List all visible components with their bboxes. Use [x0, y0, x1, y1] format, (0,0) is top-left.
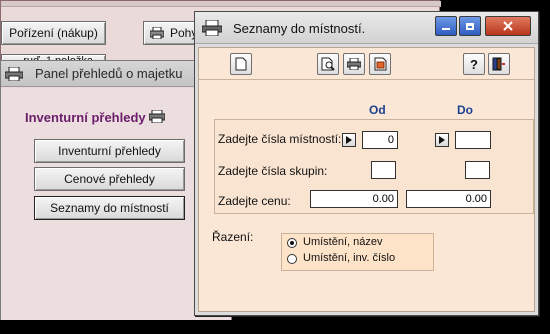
- room-from-arrow-button[interactable]: [342, 133, 356, 147]
- maximize-button[interactable]: [459, 16, 481, 36]
- room-to-arrow-button[interactable]: [435, 133, 449, 147]
- inventurni-prehledy-label: Inventurní přehledy: [58, 144, 161, 158]
- maximize-icon: [466, 22, 474, 30]
- dialog-toolbar: ?: [199, 48, 534, 80]
- new-doc-icon: [235, 57, 247, 71]
- group-to-field[interactable]: [465, 161, 490, 179]
- dialog-title: Seznamy do místností.: [233, 21, 366, 36]
- minimize-button[interactable]: [435, 16, 457, 36]
- sort-label: Řazení:: [212, 230, 254, 244]
- cenove-prehledy-label: Cenové přehledy: [64, 172, 155, 186]
- close-icon: [503, 21, 513, 31]
- seznamy-dialog: Seznamy do místností. ? Od Do Zadejte čí…: [194, 11, 539, 316]
- price-label: Zadejte cenu:: [218, 194, 291, 208]
- help-button[interactable]: ?: [463, 53, 485, 75]
- exit-button[interactable]: [488, 53, 510, 75]
- print-icon[interactable]: [149, 110, 165, 123]
- panel-title: Panel přehledů o majetku: [35, 66, 183, 81]
- exit-icon: [492, 57, 505, 71]
- help-icon: ?: [470, 56, 478, 72]
- background-window-titlebar: [1, 1, 441, 7]
- cenove-prehledy-button[interactable]: Cenové přehledy: [34, 167, 185, 191]
- arrow-right-icon: [439, 136, 445, 144]
- sort-invnum-radio[interactable]: [287, 254, 297, 264]
- group-numbers-label: Zadejte čísla skupin:: [218, 164, 328, 178]
- room-from-field[interactable]: 0: [362, 131, 398, 149]
- room-numbers-label: Zadejte čísla místností:: [218, 132, 342, 146]
- arrow-right-icon: [346, 136, 352, 144]
- print-icon: [347, 58, 361, 70]
- inventurni-prehledy-button[interactable]: Inventurní přehledy: [34, 139, 185, 163]
- seznamy-do-mistnosti-label: Seznamy do místností: [50, 201, 169, 215]
- preview-icon: [321, 57, 335, 71]
- print-icon: [150, 27, 164, 39]
- dialog-titlebar[interactable]: Seznamy do místností.: [195, 12, 538, 44]
- sort-invnum-label[interactable]: Umístění, inv. číslo: [303, 252, 395, 264]
- export-button[interactable]: [369, 53, 391, 75]
- seznamy-do-mistnosti-button[interactable]: Seznamy do místností: [34, 196, 185, 220]
- preview-button[interactable]: [317, 53, 339, 75]
- print-icon: [202, 20, 222, 36]
- sort-name-radio[interactable]: [287, 238, 297, 248]
- new-doc-button[interactable]: [230, 53, 252, 75]
- price-from-field[interactable]: 0.00: [310, 190, 398, 208]
- col-od-header: Od: [369, 103, 386, 117]
- porizeni-button-label: Pořízení (nákup): [9, 26, 98, 40]
- porizeni-button[interactable]: Pořízení (nákup): [1, 21, 106, 45]
- print-button[interactable]: [343, 53, 365, 75]
- sort-name-label[interactable]: Umístění, název: [303, 236, 382, 248]
- print-icon: [5, 67, 23, 81]
- room-to-field[interactable]: [455, 131, 491, 149]
- dialog-body: ? Od Do Zadejte čísla místností: 0 Zadej…: [198, 47, 535, 312]
- panel-heading: Inventurní přehledy: [25, 110, 146, 125]
- minimize-icon: [442, 28, 450, 30]
- export-icon: [374, 57, 386, 71]
- col-do-header: Do: [457, 103, 473, 117]
- group-from-field[interactable]: [371, 161, 396, 179]
- close-button[interactable]: [485, 16, 531, 36]
- price-to-field[interactable]: 0.00: [406, 190, 491, 208]
